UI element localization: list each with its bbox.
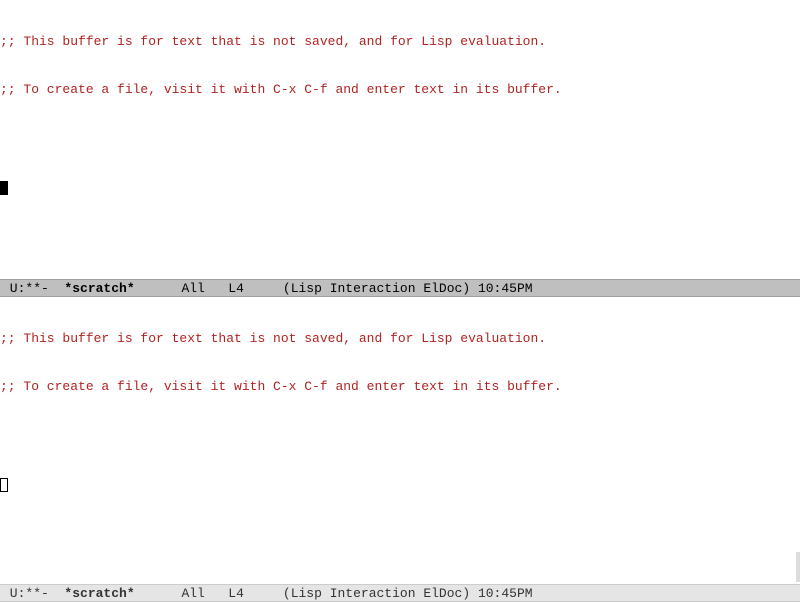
modeline-position: All [181,586,204,601]
scratch-buffer-bottom[interactable]: ;; This buffer is for text that is not s… [0,297,800,526]
point-cursor-inactive [0,478,8,492]
modeline-inactive[interactable]: U:**- *scratch* All L4 (Lisp Interaction… [0,584,800,602]
scrollbar-hint[interactable] [796,552,800,582]
blank-line [0,428,800,444]
modeline-major-mode[interactable]: (Lisp Interaction ElDoc) [283,586,470,601]
scratch-buffer-top[interactable]: ;; This buffer is for text that is not s… [0,0,800,229]
point-cursor [0,181,8,195]
modeline-active[interactable]: U:**- *scratch* All L4 (Lisp Interaction… [0,279,800,297]
cursor-line [0,477,800,493]
modeline-buffer-name[interactable]: *scratch* [64,281,134,296]
modeline-time: 10:45PM [478,281,533,296]
modeline-time: 10:45PM [478,586,533,601]
blank-line [0,131,800,147]
comment-line: ;; To create a file, visit it with C-x C… [0,82,800,98]
modeline-line-number: L4 [228,281,244,296]
modeline-position: All [181,281,204,296]
comment-line: ;; To create a file, visit it with C-x C… [0,379,800,395]
modeline-buffer-name[interactable]: *scratch* [64,586,134,601]
modeline-line-number: L4 [228,586,244,601]
comment-line: ;; This buffer is for text that is not s… [0,331,800,347]
window-bottom[interactable]: ;; This buffer is for text that is not s… [0,297,800,584]
window-top[interactable]: ;; This buffer is for text that is not s… [0,0,800,279]
modeline-status: U:**- [2,586,64,601]
emacs-frame: ;; This buffer is for text that is not s… [0,0,800,602]
modeline-status: U:**- [2,281,64,296]
modeline-major-mode[interactable]: (Lisp Interaction ElDoc) [283,281,470,296]
cursor-line [0,180,800,196]
comment-line: ;; This buffer is for text that is not s… [0,34,800,50]
